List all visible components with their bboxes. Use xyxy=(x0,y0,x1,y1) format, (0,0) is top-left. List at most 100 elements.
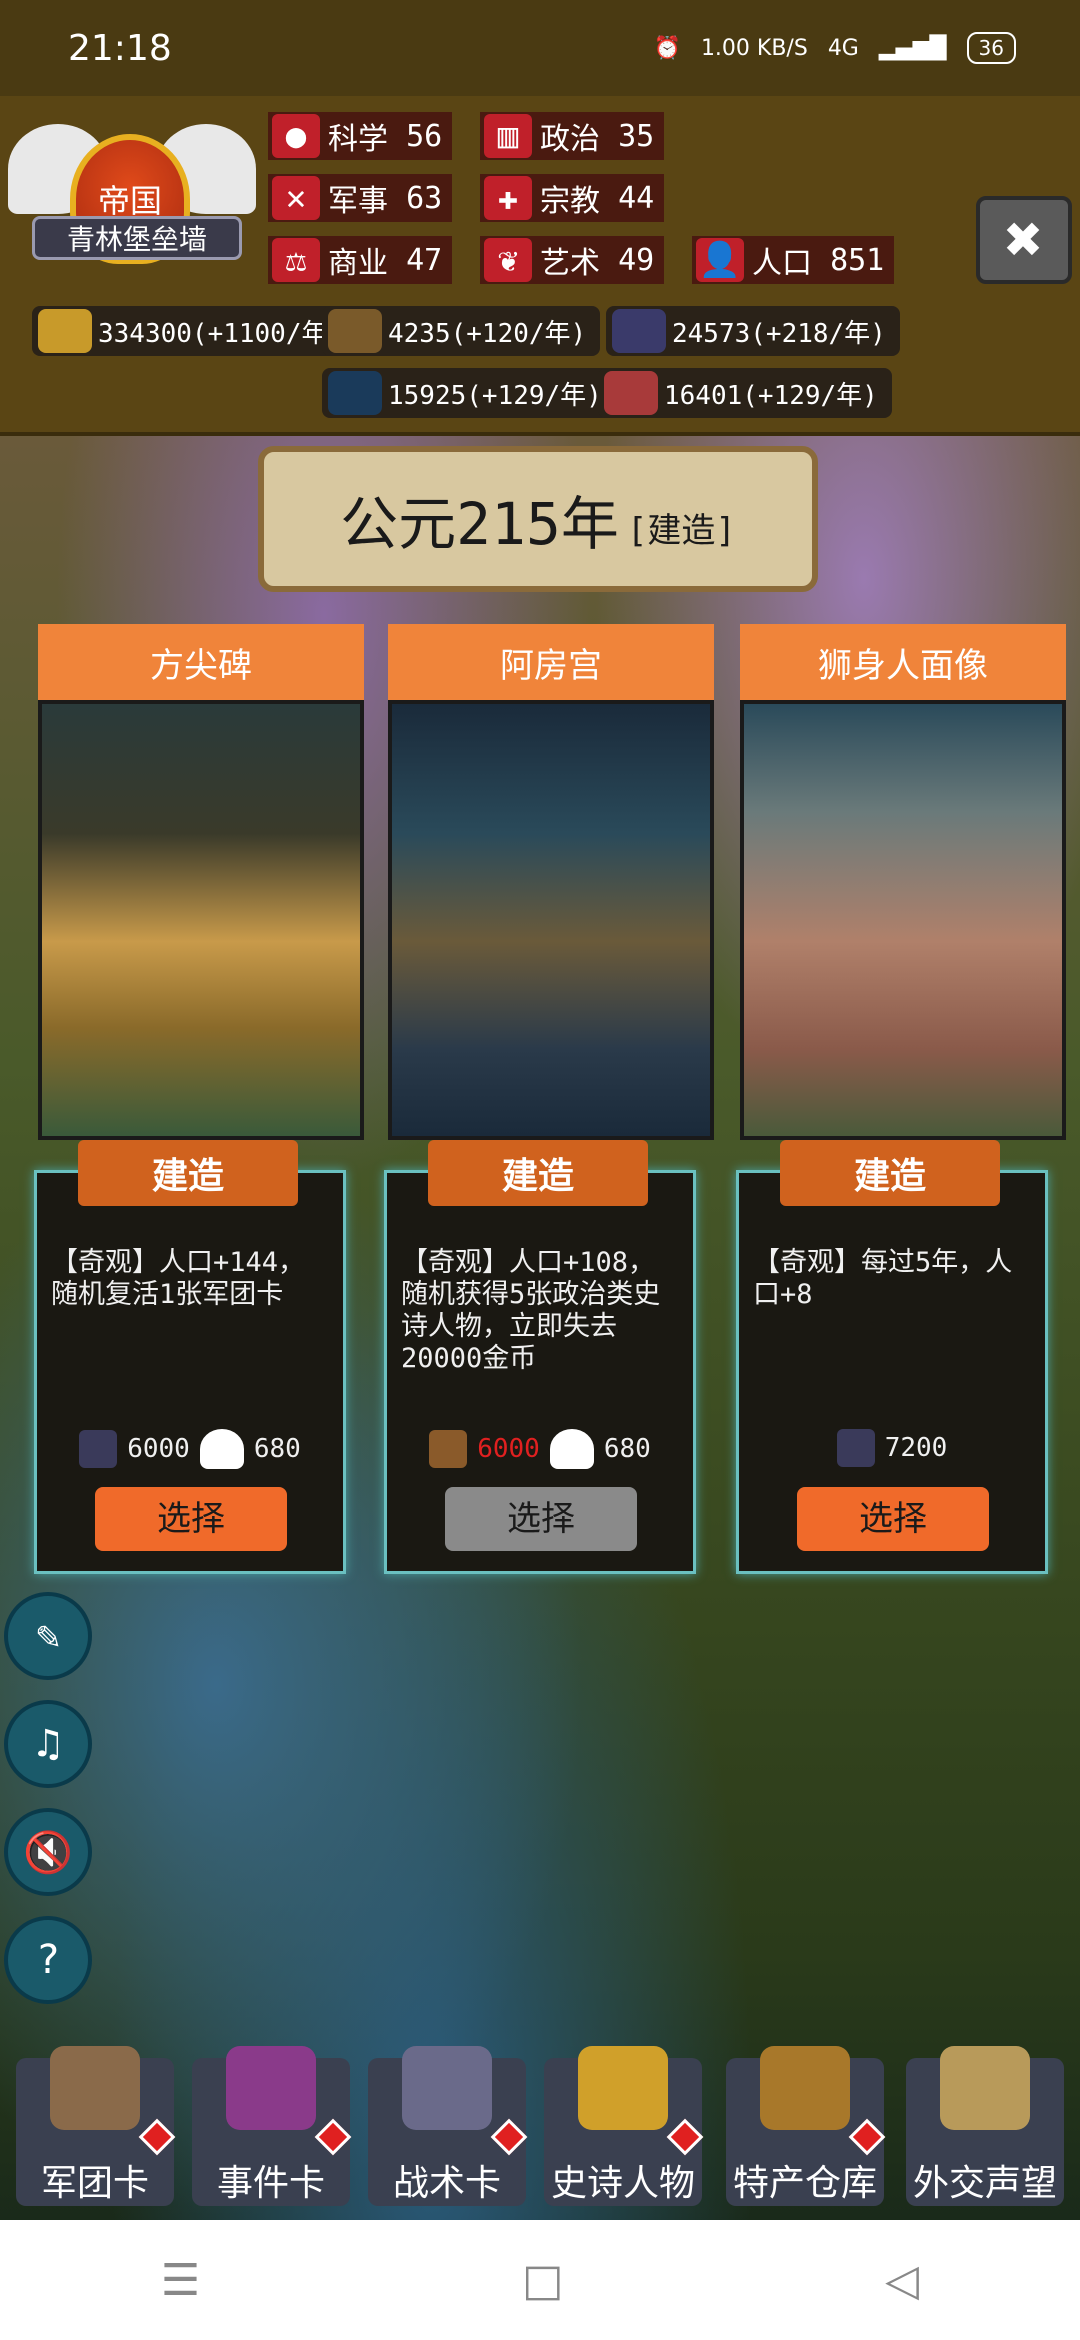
era-banner: 公元215年 [建造] xyxy=(258,446,818,592)
stat-label: 政治 xyxy=(540,122,600,157)
music-toggle-button[interactable]: ♫ xyxy=(4,1700,92,1788)
system-nav-bar: ☰ □ ◁ xyxy=(0,2220,1080,2340)
politics-icon: ▥ xyxy=(484,114,532,158)
signal-icon: ▂▄▆█ xyxy=(878,35,947,61)
home-icon[interactable]: □ xyxy=(522,2255,564,2306)
stat-label: 商业 xyxy=(328,246,388,281)
select-button[interactable]: 选择 xyxy=(797,1487,989,1551)
back-icon[interactable]: ◁ xyxy=(885,2255,919,2306)
help-icon: ? xyxy=(35,1937,61,1983)
card-panel: 【奇观】人口+108，随机获得5张政治类史诗人物，立即失去20000金币 600… xyxy=(384,1170,696,1574)
envelope-icon xyxy=(940,2046,1030,2130)
stat-art: ❦ 艺术 49 xyxy=(480,236,665,284)
card-description: 【奇观】人口+108，随机获得5张政治类史诗人物，立即失去20000金币 xyxy=(401,1247,661,1374)
close-icon: ✖ xyxy=(1004,203,1044,277)
epang-palace-image xyxy=(388,700,714,1140)
stat-label: 艺术 xyxy=(540,246,600,281)
population-icon xyxy=(199,1429,244,1469)
wonder-card-obelisk[interactable]: 方尖碑 建造 【奇观】人口+144，随机复活1张军团卡 6000 680 选择 xyxy=(34,624,364,1574)
cost-stone: 6000 xyxy=(127,1434,190,1464)
wonder-card-sphinx[interactable]: 狮身人面像 建造 【奇观】每过5年，人口+8 7200 选择 xyxy=(736,624,1066,1574)
empire-header: 帝国 青林堡垒墙 ● 科学 56 ▥ 政治 35 ✕ 军事 63 ✚ 宗教 44… xyxy=(0,96,1080,436)
tab-diplomatic-prestige[interactable]: 外交声望 xyxy=(906,2046,1064,2206)
select-button[interactable]: 选择 xyxy=(95,1487,287,1551)
cost-population: 680 xyxy=(603,1434,651,1464)
card-description: 【奇观】每过5年，人口+8 xyxy=(753,1247,1013,1310)
tab-event-cards[interactable]: 事件卡 xyxy=(192,2046,352,2206)
stat-value: 56 xyxy=(406,118,443,154)
resource-tech: 15925(+129/年) xyxy=(322,368,616,418)
resource-value: 24573(+218/年) xyxy=(672,318,886,349)
notification-badge xyxy=(138,2118,176,2156)
card-cost: 6000 680 xyxy=(387,1429,693,1469)
alarm-icon: ⏰ xyxy=(653,35,681,61)
helmet-icon xyxy=(50,2046,140,2130)
science-icon: ● xyxy=(272,114,320,158)
cost-population: 680 xyxy=(253,1434,301,1464)
stat-politics: ▥ 政治 35 xyxy=(480,112,665,160)
menu-icon[interactable]: ☰ xyxy=(161,2255,200,2306)
resource-value: 334300(+1100/年) xyxy=(98,318,344,349)
empire-name: 青林堡垒墙 xyxy=(32,216,242,260)
help-button[interactable]: ? xyxy=(4,1916,92,2004)
tab-epic-characters[interactable]: 史诗人物 xyxy=(544,2046,704,2206)
stone-icon xyxy=(79,1430,118,1468)
card-title: 方尖碑 xyxy=(38,624,364,700)
select-button[interactable]: 选择 xyxy=(445,1487,637,1551)
tab-legion-cards[interactable]: 军团卡 xyxy=(16,2046,176,2206)
stat-value: 49 xyxy=(618,242,655,278)
sound-toggle-button[interactable]: 🔇 xyxy=(4,1808,92,1896)
card-panel: 【奇观】每过5年，人口+8 7200 选择 xyxy=(736,1170,1048,1574)
commerce-icon: ⚖ xyxy=(272,238,320,282)
tab-specialty-warehouse[interactable]: 特产仓库 xyxy=(726,2046,886,2206)
resource-value: 15925(+129/年) xyxy=(388,380,602,411)
status-bar: 21:18 ⏰ 1.00 KB/S 4G ▂▄▆█ 36 xyxy=(0,0,1080,96)
status-time: 21:18 xyxy=(68,27,172,69)
wonder-card-epang-palace[interactable]: 阿房宫 建造 【奇观】人口+108，随机获得5张政治类史诗人物，立即失去2000… xyxy=(384,624,714,1574)
wood-icon xyxy=(328,309,382,353)
stat-label: 科学 xyxy=(328,122,388,157)
stat-label: 人口 xyxy=(752,246,812,281)
stat-religion: ✚ 宗教 44 xyxy=(480,174,665,222)
card-title: 阿房宫 xyxy=(388,624,714,700)
empire-emblem[interactable]: 帝国 青林堡垒墙 xyxy=(8,104,258,294)
card-cost: 7200 xyxy=(739,1429,1045,1467)
era-phase: [建造] xyxy=(626,510,736,551)
notification-badge xyxy=(848,2118,886,2156)
notification-badge xyxy=(666,2118,704,2156)
sound-off-icon: 🔇 xyxy=(23,1829,73,1876)
sphinx-image xyxy=(740,700,1066,1140)
card-panel: 【奇观】人口+144，随机复活1张军团卡 6000 680 选择 xyxy=(34,1170,346,1574)
resource-stone: 24573(+218/年) xyxy=(606,306,900,356)
obelisk-image xyxy=(38,700,364,1140)
tab-label: 史诗人物 xyxy=(550,2163,695,2204)
art-icon: ❦ xyxy=(484,238,532,282)
stat-commerce: ⚖ 商业 47 xyxy=(268,236,453,284)
chest-icon xyxy=(760,2046,850,2130)
stat-value: 47 xyxy=(406,242,443,278)
status-icons: ⏰ 1.00 KB/S 4G ▂▄▆█ 36 xyxy=(654,32,1016,64)
resource-wood: 4235(+120/年) xyxy=(322,306,601,356)
stat-science: ● 科学 56 xyxy=(268,112,453,160)
stat-military: ✕ 军事 63 xyxy=(268,174,453,222)
network-type: 4G xyxy=(827,35,859,61)
religion-icon: ✚ xyxy=(484,176,532,220)
close-button[interactable]: ✖ xyxy=(976,196,1072,284)
stat-population: 👤 人口 851 xyxy=(692,236,895,284)
stone-icon xyxy=(836,1429,875,1467)
tab-tactics-cards[interactable]: 战术卡 xyxy=(368,2046,528,2206)
notification-badge xyxy=(314,2118,352,2156)
tech-icon xyxy=(328,371,382,415)
tactics-icon xyxy=(402,2046,492,2130)
journal-button[interactable]: ✎ xyxy=(4,1592,92,1680)
card-title: 狮身人面像 xyxy=(740,624,1066,700)
battery-level: 36 xyxy=(966,32,1016,64)
stat-value: 35 xyxy=(618,118,655,154)
card-cost: 6000 680 xyxy=(37,1429,343,1469)
resource-value: 16401(+129/年) xyxy=(664,380,878,411)
stat-value: 63 xyxy=(406,180,443,216)
stat-label: 军事 xyxy=(328,184,388,219)
music-off-icon: ♫ xyxy=(35,1721,61,1767)
resource-value: 4235(+120/年) xyxy=(388,318,587,349)
stat-label: 宗教 xyxy=(540,184,600,219)
